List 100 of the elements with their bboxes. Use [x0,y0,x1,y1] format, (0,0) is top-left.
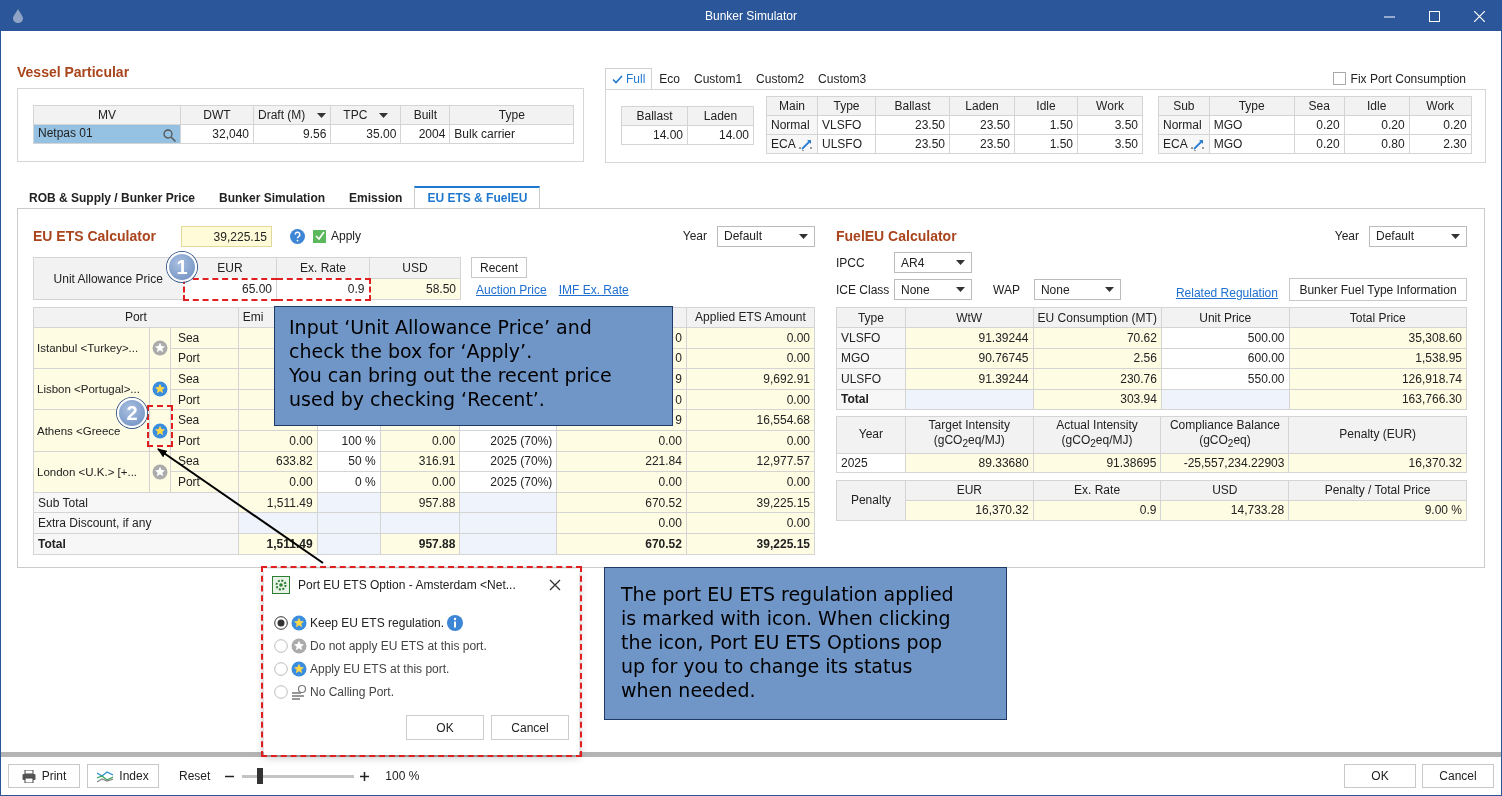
column-header: Sea [1294,96,1345,116]
table-cell: Bulk carrier [449,124,574,144]
column-header: MV [33,105,181,125]
tab[interactable]: ROB & Supply / Bunker Price [17,186,208,208]
input-field[interactable]: 65.00 [183,278,277,300]
column-header: USD [1160,480,1289,501]
field-label: Year [682,229,707,243]
column-header: Ballast [621,106,688,126]
column-header: Work [1077,96,1143,116]
tab[interactable]: EU ETS & FuelEU [414,186,541,209]
table-cell: 9.56 [253,124,331,144]
option-label[interactable]: No Calling Port. [310,684,395,699]
column-header[interactable]: TPC [330,105,401,125]
column-header: Penalty / Total Price [1288,480,1467,501]
column-header: Main [766,96,818,116]
column-header: Total Price [1289,307,1467,328]
print-button[interactable]: Print [8,764,80,788]
row-header: Penalty [836,480,906,521]
table-cell: 35.00 [330,124,401,144]
table-cell: 23.50 [949,115,1015,135]
tab[interactable]: Emission [337,186,415,208]
reset-button[interactable]: Reset [179,769,211,783]
table-cell: MGO [836,348,906,369]
window-title: Bunker Simulator [705,9,797,23]
table-cell: 1.50 [1014,115,1078,135]
column-header: Unit Price [1161,307,1290,328]
total-field: 39,225.15 [181,225,272,247]
info-button[interactable]: Bunker Fuel Type Information [1289,278,1467,301]
table-cell: 23.50 [949,134,1015,154]
row-header: Extra Discount, if any [33,512,239,534]
column-header[interactable]: Draft (M) [253,105,331,125]
table-cell: ULSFO [817,134,876,154]
table-cell: 23.50 [875,115,950,135]
column-header: Penalty (EUR) [1288,416,1467,454]
table-cell: 32,040 [180,124,254,144]
tab[interactable]: Custom2 [749,68,812,89]
column-header: Target Intensity (gCO$_{2}$eq/MJ) [905,416,1034,454]
dialog-button[interactable]: Cancel [1422,764,1494,788]
field-label: ICE Class [836,282,891,297]
link[interactable]: IMF Ex. Rate [558,283,629,297]
column-header: Actual Intensity (gCO$_{2}$eq/MJ) [1033,416,1161,454]
ice-class-dropdown[interactable]: None [894,279,972,300]
column-header: Built [400,105,450,125]
link[interactable]: Auction Price [476,283,547,297]
column-header: Applied ETS Amount [686,307,815,328]
tab[interactable]: Bunker Simulation [207,186,338,208]
table-cell: 0.20 [1344,115,1410,135]
table-cell: VLSFO [817,115,876,135]
column-header: Idle [1344,96,1410,116]
dialog-button[interactable]: OK [406,715,484,740]
tab[interactable]: Full [605,68,653,89]
column-header: Type [836,307,906,328]
column-header: Compliance Balance (gCO$_{2}$eq) [1160,416,1289,454]
column-header: Port [33,307,239,328]
checkbox-label[interactable]: Fix Port Consumption [1350,71,1466,86]
row-header: Total [836,389,906,410]
year-dropdown[interactable]: Default [1369,225,1467,247]
option-label[interactable]: Keep EU ETS regulation. [310,615,445,630]
ipcc-dropdown[interactable]: AR4 [894,252,972,273]
table-cell: 2004 [400,124,450,144]
table-cell: 0.20 [1294,134,1345,154]
column-header: Type [817,96,876,116]
input-field[interactable]: 0.9 [276,278,370,300]
field-label: WAP [993,282,1020,297]
table-cell: 0.20 [1409,115,1472,135]
section-title: Vessel Particular [17,64,131,82]
dialog-button[interactable]: Cancel [491,715,569,740]
tab[interactable]: Eco [652,68,688,89]
option-label[interactable]: Do not apply EU ETS at this port. [310,638,487,653]
column-header: WtW [905,307,1034,328]
step-marker: 1 [167,252,197,282]
recent-button[interactable]: Recent [471,257,527,278]
table-cell: 0.20 [1294,115,1345,135]
table-cell: ULSFO [836,368,906,390]
table-cell: 23.50 [875,134,950,154]
table-cell: 14.00 [687,125,754,145]
column-header: Idle [1014,96,1078,116]
column-header: Laden [949,96,1015,116]
year-dropdown[interactable]: Default [717,225,815,247]
table-cell: 2.30 [1409,134,1472,154]
column-header: Type [1209,96,1295,116]
port-name: London <U.K.> [+... [33,451,150,493]
column-header: Type [449,105,574,125]
column-header: DWT [180,105,254,125]
option-label[interactable]: Apply EU ETS at this port. [310,661,450,676]
column-header: Year [836,416,906,454]
checkbox-label[interactable]: Apply [331,229,362,243]
index-button[interactable]: Index [87,764,159,788]
wap-dropdown[interactable]: None [1033,279,1121,300]
column-header: Ex. Rate [276,257,370,279]
port-name: Istanbul <Turkey>... [33,327,150,369]
dialog-button[interactable]: OK [1344,764,1416,788]
column-header: Sub [1158,96,1210,116]
tab[interactable]: Custom3 [811,68,874,89]
table-cell: 3.50 [1077,134,1143,154]
link[interactable]: Related Regulation [1175,285,1278,300]
row-header: Total [33,533,239,555]
tab[interactable]: Custom1 [687,68,750,89]
table-cell: MGO [1209,115,1295,135]
table-cell: 3.50 [1077,115,1143,135]
